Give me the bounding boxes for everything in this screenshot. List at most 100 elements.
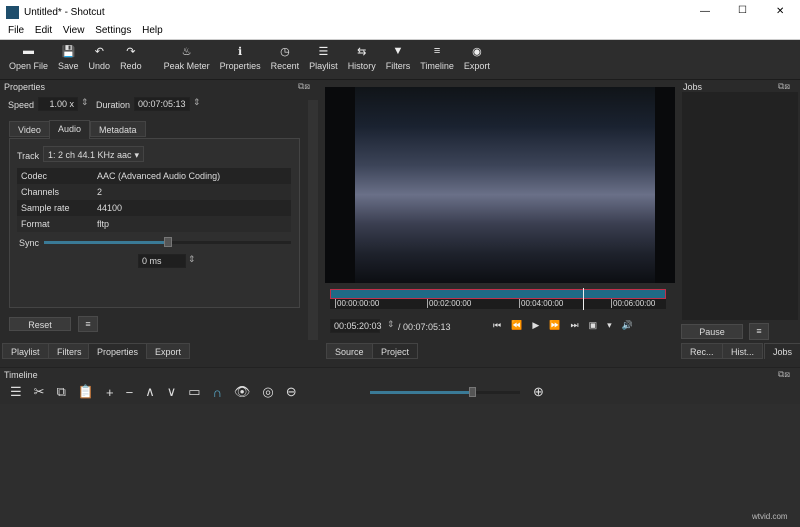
- in-out-range[interactable]: [330, 289, 666, 299]
- toolbar-label: Export: [463, 61, 490, 71]
- close-button[interactable]: ✕: [776, 6, 784, 17]
- remove-icon[interactable]: −: [126, 385, 134, 400]
- toolbar-undo-button[interactable]: ↶ Undo: [84, 40, 116, 79]
- properties-menu-button[interactable]: ≡: [78, 316, 98, 332]
- reset-button[interactable]: Reset: [9, 317, 71, 331]
- sync-slider[interactable]: [44, 237, 291, 247]
- toolbar-peak-meter-button[interactable]: ♨ Peak Meter: [159, 40, 215, 79]
- info-row: Codec AAC (Advanced Audio Coding): [17, 168, 291, 184]
- zoom-in-icon[interactable]: ⊕: [533, 384, 544, 400]
- duration-spinner[interactable]: ⇕: [193, 97, 201, 108]
- lift-icon[interactable]: ∧: [145, 384, 155, 400]
- paste-icon[interactable]: 📋: [78, 384, 94, 400]
- tab-video[interactable]: Video: [9, 121, 50, 137]
- info-row: Channels 2: [17, 184, 291, 200]
- sync-input[interactable]: 0 ms: [138, 254, 186, 268]
- info-key: Format: [21, 219, 50, 229]
- toolbar-redo-button[interactable]: ↷ Redo: [115, 40, 147, 79]
- jobs-menu-button[interactable]: ≡: [749, 323, 769, 340]
- toolbar-timeline-button[interactable]: ≡ Timeline: [415, 40, 459, 79]
- tab-export[interactable]: Export: [146, 343, 191, 359]
- toolbar-filters-button[interactable]: ▼ Filters: [381, 40, 416, 79]
- track-dropdown[interactable]: 1: 2 ch 44.1 KHz aac ▾: [43, 146, 144, 162]
- menu-help[interactable]: Help: [142, 25, 163, 36]
- fast-forward-icon[interactable]: ⏩: [549, 320, 560, 331]
- menu-icon[interactable]: ☰: [10, 384, 22, 400]
- toolbar-history-button[interactable]: ⇆ History: [343, 40, 381, 79]
- properties-panel: Properties ⧉⊠ Speed 1.00 x ⇕ Duration 00…: [0, 80, 320, 362]
- float-close-icons[interactable]: ⧉⊠: [778, 369, 790, 380]
- tab-recent[interactable]: Rec...: [681, 343, 723, 359]
- ruler-tick-label: 00:06:00:00: [611, 299, 656, 308]
- toolbar-export-button[interactable]: ◉ Export: [459, 40, 495, 79]
- toolbar-label: Properties: [219, 61, 261, 71]
- video-preview[interactable]: [325, 87, 675, 283]
- speed-spinner[interactable]: ⇕: [81, 97, 89, 108]
- sync-label: Sync: [19, 238, 40, 248]
- zoom-icon[interactable]: ▣: [589, 320, 598, 331]
- timeline-panel: Timeline ⧉⊠ ☰ ✂ ⧉ 📋 + − ∧ ∨ ▭ ∩ 👁 ◎ ⊖ ⊕: [0, 367, 800, 527]
- toolbar-open-file-button[interactable]: ▬ Open File: [4, 40, 53, 79]
- float-close-icons[interactable]: ⧉⊠: [778, 81, 790, 92]
- overwrite-icon[interactable]: ∨: [167, 384, 177, 400]
- tab-playlist[interactable]: Playlist: [2, 343, 49, 359]
- snap-icon[interactable]: ∩: [213, 385, 222, 400]
- main-toolbar: ▬ Open File 💾 Save ↶ Undo ↷ Redo ♨ Peak Meter ℹ Pro…: [0, 40, 800, 80]
- position-spinner[interactable]: ⇕: [387, 319, 395, 330]
- copy-icon[interactable]: ⧉: [57, 384, 66, 400]
- info-value: 44100: [97, 203, 123, 213]
- timeline-tracks[interactable]: [0, 404, 800, 527]
- speed-input[interactable]: 1.00 x: [38, 97, 78, 111]
- info-key: Channels: [21, 187, 60, 197]
- tab-properties[interactable]: Properties: [88, 343, 148, 359]
- toolbar-label: History: [347, 61, 376, 71]
- title-bar: Untitled* - Shotcut — ☐ ✕: [0, 0, 800, 25]
- menu-view[interactable]: View: [63, 25, 85, 36]
- toolbar-label: Peak Meter: [163, 61, 210, 71]
- duration-input[interactable]: 00:07:05:13: [134, 97, 190, 111]
- menu-file[interactable]: File: [8, 25, 24, 36]
- sync-spinner[interactable]: ⇕: [188, 254, 196, 265]
- jobs-list[interactable]: [682, 92, 798, 320]
- tab-metadata[interactable]: Metadata: [90, 121, 146, 137]
- time-ruler[interactable]: 00:00:00:00 00:02:00:00 00:04:00:00 00:06:0…: [330, 299, 666, 309]
- tab-history[interactable]: Hist...: [722, 343, 764, 359]
- scrub-icon[interactable]: 👁: [234, 384, 251, 400]
- play-icon[interactable]: ▶: [532, 320, 539, 331]
- toolbar-label: Filters: [385, 61, 411, 71]
- zoom-out-icon[interactable]: ⊖: [286, 384, 297, 400]
- minimize-button[interactable]: —: [700, 6, 710, 17]
- volume-icon[interactable]: 🔊: [622, 320, 633, 331]
- split-icon[interactable]: ▭: [188, 384, 200, 400]
- tab-audio[interactable]: Audio: [49, 120, 91, 139]
- menu-edit[interactable]: Edit: [35, 25, 52, 36]
- menu-settings[interactable]: Settings: [95, 25, 131, 36]
- maximize-button[interactable]: ☐: [738, 5, 747, 16]
- skip-end-icon[interactable]: ⏭: [570, 320, 578, 331]
- toolbar-playlist-button[interactable]: ☰ Playlist: [304, 40, 343, 79]
- tab-jobs[interactable]: Jobs: [764, 343, 800, 359]
- track-value: 1: 2 ch 44.1 KHz aac: [48, 150, 132, 160]
- timeline-icon: ≡: [433, 45, 441, 57]
- zoom-slider[interactable]: [370, 387, 520, 397]
- zoom-dropdown-icon[interactable]: ▾: [607, 320, 612, 331]
- ripple-icon[interactable]: ◎: [262, 384, 273, 400]
- toolbar-recent-button[interactable]: ◷ Recent: [266, 40, 305, 79]
- recent-icon: ◷: [280, 46, 290, 58]
- tab-source[interactable]: Source: [326, 343, 373, 359]
- toolbar-save-button[interactable]: 💾 Save: [53, 40, 84, 79]
- float-close-icons[interactable]: ⧉⊠: [298, 81, 310, 92]
- toolbar-label: Save: [58, 61, 79, 71]
- cut-icon[interactable]: ✂: [34, 384, 45, 400]
- skip-start-icon[interactable]: ⏮: [493, 320, 501, 331]
- tab-project[interactable]: Project: [372, 343, 419, 359]
- pause-button[interactable]: Pause: [681, 324, 743, 339]
- toolbar-properties-button[interactable]: ℹ Properties: [215, 40, 266, 79]
- window-title: Untitled* - Shotcut: [24, 7, 105, 18]
- tab-filters[interactable]: Filters: [48, 343, 91, 359]
- playhead[interactable]: [582, 288, 584, 310]
- append-icon[interactable]: +: [106, 385, 114, 400]
- scrollbar[interactable]: [308, 100, 318, 340]
- position-input[interactable]: 00:05:20:03: [330, 319, 382, 333]
- rewind-icon[interactable]: ⏪: [511, 320, 522, 331]
